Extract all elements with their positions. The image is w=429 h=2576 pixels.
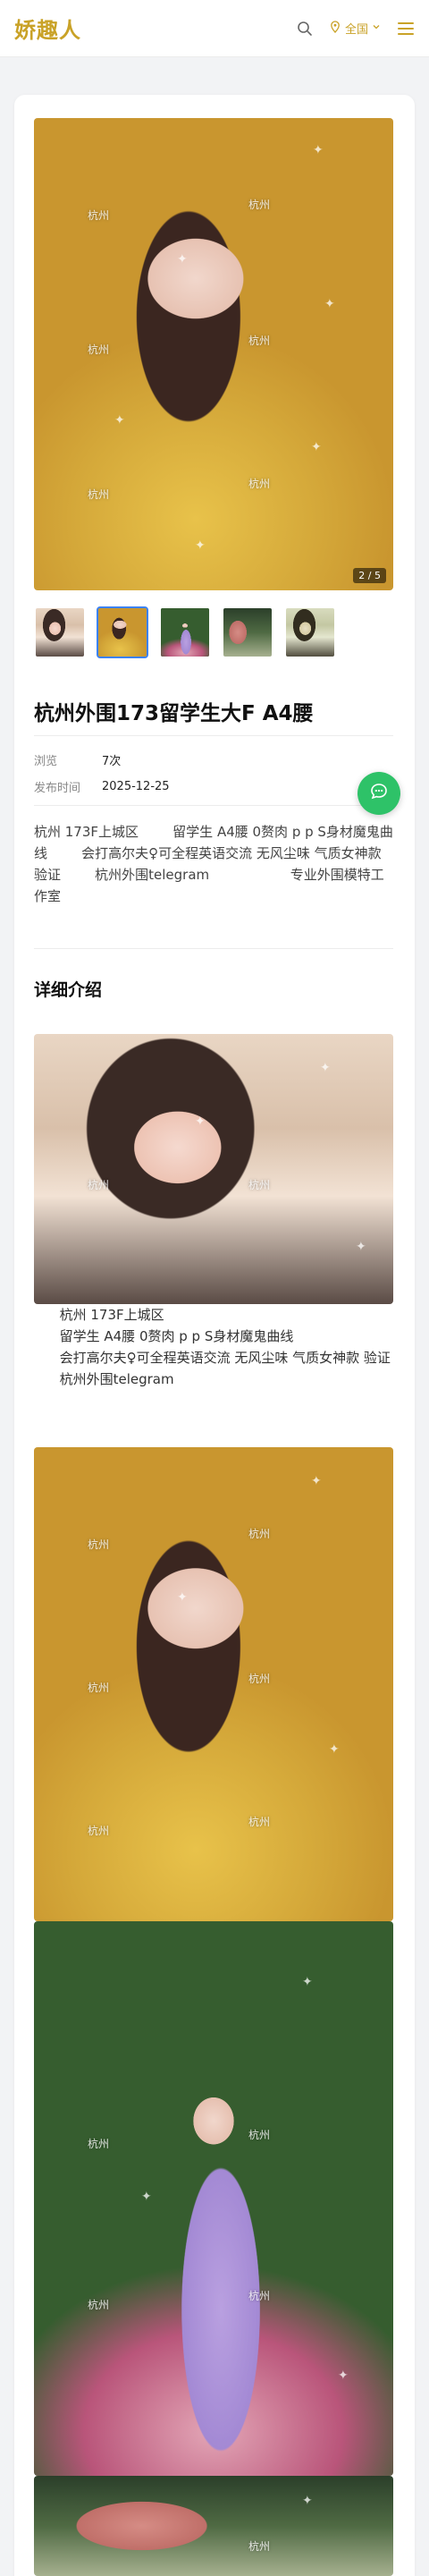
post-description: 杭州 173F上城区 留学生 A4腰 0赘肉 ⁠p p S身材魔鬼曲线 会打高尔… [34,824,393,904]
photo-watermark: 杭州 [248,2540,271,2553]
post-title: 杭州外围173留学生大F A4腰 [34,702,314,725]
meta-divider [34,805,393,806]
sparkle-icon: ✦ [177,252,188,267]
photo-watermark: 杭州 [248,1673,271,1685]
thumbnail-image [286,608,334,657]
thumbnail-1[interactable] [34,606,86,658]
thumbnail-image [223,608,272,657]
chat-float-button[interactable] [358,772,400,815]
detail-photo-4[interactable]: 杭州 ✦ [34,2476,393,2576]
detail-photo-2[interactable]: 杭州 杭州 杭州 杭州 杭州 杭州 ✦ ✦ ✦ [34,1447,393,1921]
meta-publish-date: 发布时间 2025-12-25 [34,778,170,795]
photo-watermark: 杭州 [88,209,110,222]
top-bar: 娇趣人 全国 [0,0,429,57]
sparkle-icon: ✦ [338,2368,349,2383]
thumbnail-4[interactable] [222,606,273,658]
photo-watermark: 杭州 [88,1682,110,1694]
detail-photo-1[interactable]: 杭州 杭州 ✦ ✦ ✦ [34,1034,393,1304]
meta-views: 浏览 7次 [34,751,121,768]
title-divider [34,735,393,736]
photo-watermark: 杭州 [248,1816,271,1828]
sparkle-icon: ✦ [114,413,125,428]
thumbnail-3[interactable] [159,606,211,658]
meta-value: 7次 [102,755,122,768]
sparkle-icon: ✦ [329,1742,340,1757]
gallery-counter: 2 / 5 [353,568,386,583]
photo-watermark: 杭州 [88,2299,110,2311]
photo-watermark: 杭州 [88,1538,110,1551]
sparkle-icon: ✦ [311,1474,322,1488]
thumbnail-image [36,608,84,657]
detail-photo-3[interactable]: 杭州 杭州 杭州 杭州 ✦ ✦ ✦ [34,1921,393,2476]
detail-section-title: 详细介绍 [34,980,103,1000]
photo-watermark: 杭州 [248,2129,271,2141]
sparkle-icon: ✦ [313,143,324,157]
sparkle-icon: ✦ [177,1590,188,1605]
meta-label: 浏览 [34,755,58,768]
thumbnail-image [98,608,147,657]
photo-watermark: 杭州 [88,1825,110,1837]
sparkle-icon: ✦ [320,1061,331,1075]
meta-value: 2025-12-25 [102,780,170,793]
menu-icon[interactable] [397,21,415,36]
header-actions: 全国 [297,20,415,37]
sparkle-icon: ✦ [195,1114,206,1129]
sparkle-icon: ✦ [324,297,335,311]
photo-watermark: 杭州 [88,2138,110,2150]
location-pin-icon [329,20,341,37]
region-selector[interactable]: 全国 [329,20,381,37]
thumbnail-5[interactable] [284,606,336,658]
chat-icon [369,782,389,805]
region-label: 全国 [344,23,368,37]
sparkle-icon: ✦ [141,2190,152,2204]
meta-label: 发布时间 [34,782,81,795]
thumbnail-image [161,608,209,657]
photo-watermark: 杭州 [88,488,110,501]
sparkle-icon: ✦ [302,1975,313,1989]
thumbnail-2[interactable] [97,606,148,658]
thumbnail-strip [34,606,336,658]
sparkle-icon: ✦ [356,1240,366,1254]
chevron-down-icon [372,21,381,35]
section-divider [34,948,393,949]
photo-watermark: 杭州 [248,1179,271,1191]
sparkle-icon: ✦ [195,538,206,553]
detail-text: 杭州 173F上城区 留学生 A4腰 0赘肉 ⁠p p S身材魔鬼曲线 会打高尔… [59,1307,391,1387]
photo-watermark: 杭州 [88,343,110,356]
sparkle-icon: ✦ [302,2494,313,2508]
sparkle-icon: ✦ [311,440,322,454]
photo-watermark: 杭州 [248,2290,271,2302]
search-icon[interactable] [297,21,313,37]
main-photo[interactable]: 杭州 杭州 杭州 杭州 杭州 杭州 ✦ ✦ ✦ ✦ ✦ ✦ 2 / 5 [34,118,393,590]
photo-watermark: 杭州 [248,199,271,211]
site-logo[interactable]: 娇趣人 [14,13,81,44]
photo-watermark: 杭州 [248,335,271,347]
photo-watermark: 杭州 [88,1179,110,1191]
post-card: 杭州 杭州 杭州 杭州 杭州 杭州 ✦ ✦ ✦ ✦ ✦ ✦ 2 / 5 杭州外围… [14,95,415,2576]
photo-watermark: 杭州 [248,1528,271,1540]
photo-watermark: 杭州 [248,478,271,490]
